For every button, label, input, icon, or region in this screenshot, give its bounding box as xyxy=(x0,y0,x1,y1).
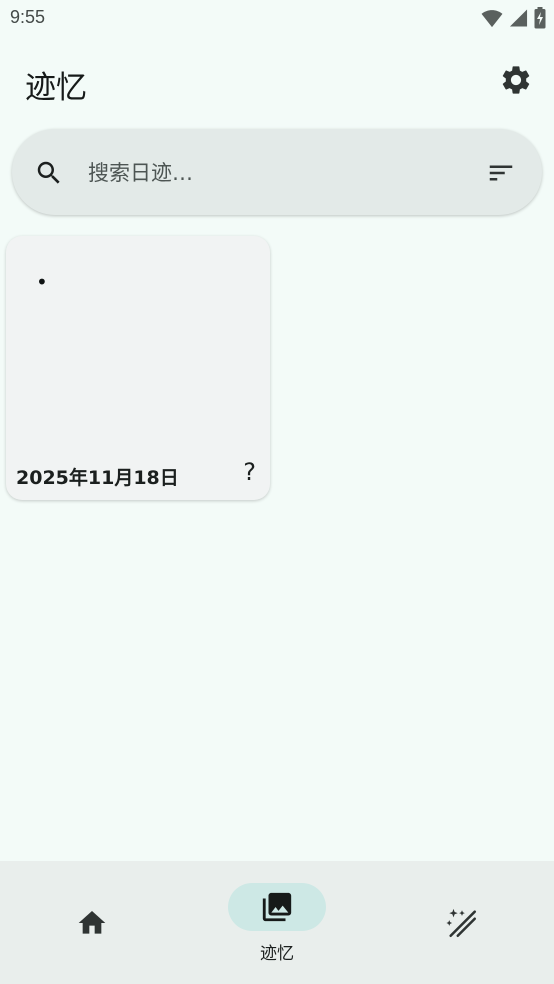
nav-icon-container xyxy=(43,899,141,947)
entry-content: • xyxy=(36,270,48,294)
entry-mood: ? xyxy=(243,458,256,486)
nav-item-magic[interactable] xyxy=(370,861,554,984)
search-input[interactable] xyxy=(86,151,470,195)
bottom-nav: 迹忆 xyxy=(0,861,554,984)
status-time: 9:55 xyxy=(10,7,46,27)
magic-wand-icon xyxy=(446,908,477,938)
status-bar: 9:55 xyxy=(0,0,554,38)
search-icon xyxy=(37,161,60,184)
page-title: 迹忆 xyxy=(25,70,87,106)
settings-button[interactable] xyxy=(498,62,534,98)
status-icons xyxy=(481,7,546,29)
nav-label-memories: 迹忆 xyxy=(260,944,294,964)
nav-item-home[interactable] xyxy=(0,861,184,984)
search-bar xyxy=(12,129,542,215)
entry-card[interactable]: • 2025年11月18日 ? xyxy=(6,236,270,500)
battery-charging-icon xyxy=(534,7,546,29)
cellular-signal-icon xyxy=(509,9,528,27)
sort-icon[interactable] xyxy=(486,158,516,188)
home-icon xyxy=(78,911,106,934)
entry-date: 2025年11月18日 xyxy=(16,467,179,489)
app-bar: 迹忆 xyxy=(0,50,554,114)
gear-icon xyxy=(502,66,530,94)
nav-icon-container xyxy=(413,899,511,947)
nav-active-indicator xyxy=(228,883,326,931)
photo-library-icon xyxy=(262,892,292,922)
nav-item-memories[interactable]: 迹忆 xyxy=(185,861,369,984)
wifi-icon xyxy=(481,10,503,28)
